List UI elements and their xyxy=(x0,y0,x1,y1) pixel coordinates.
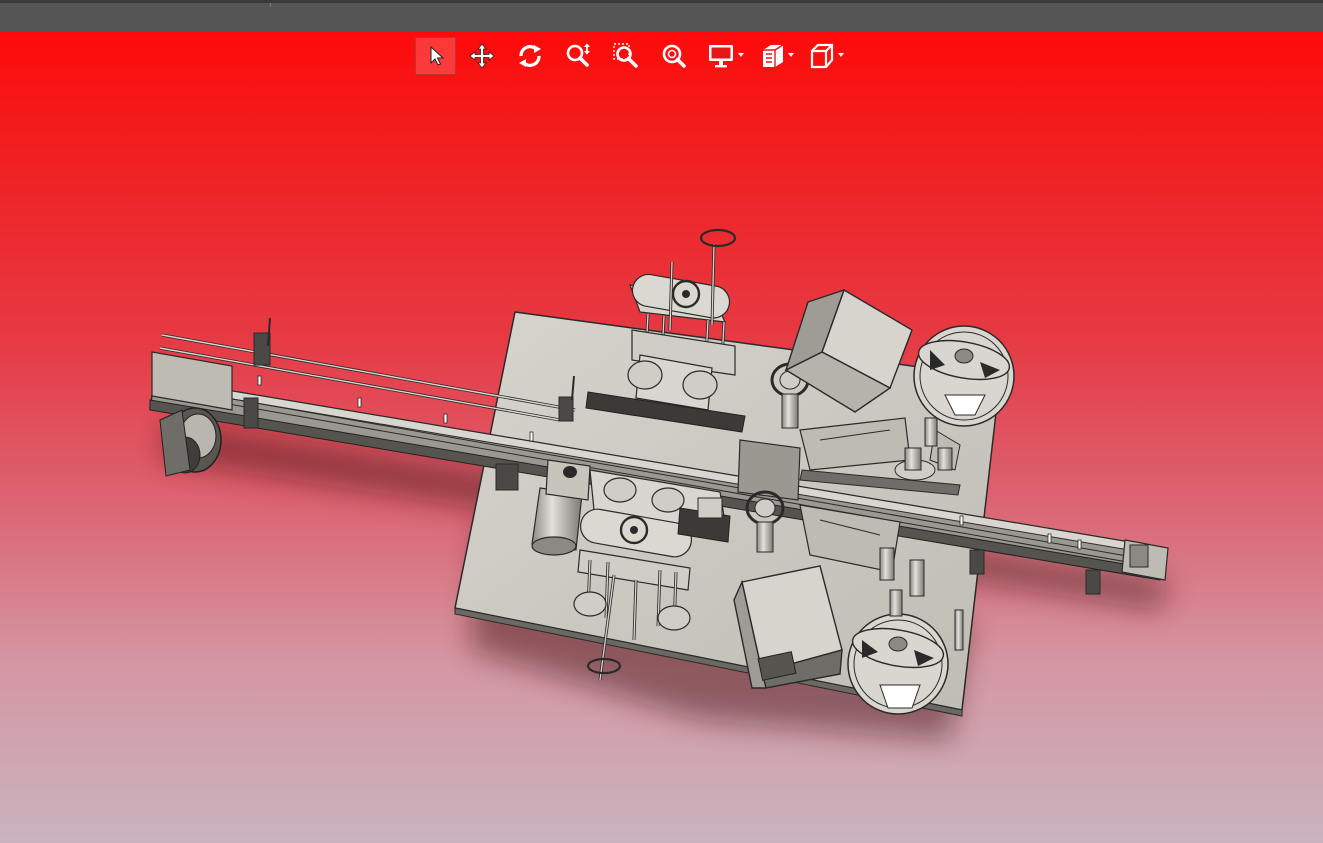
titlebar-separator xyxy=(270,3,271,7)
labeling-machine-3d-model[interactable] xyxy=(0,32,1323,843)
3d-viewport[interactable] xyxy=(0,32,1323,843)
titlebar xyxy=(0,0,1323,32)
cad-viewer-window xyxy=(0,0,1323,843)
